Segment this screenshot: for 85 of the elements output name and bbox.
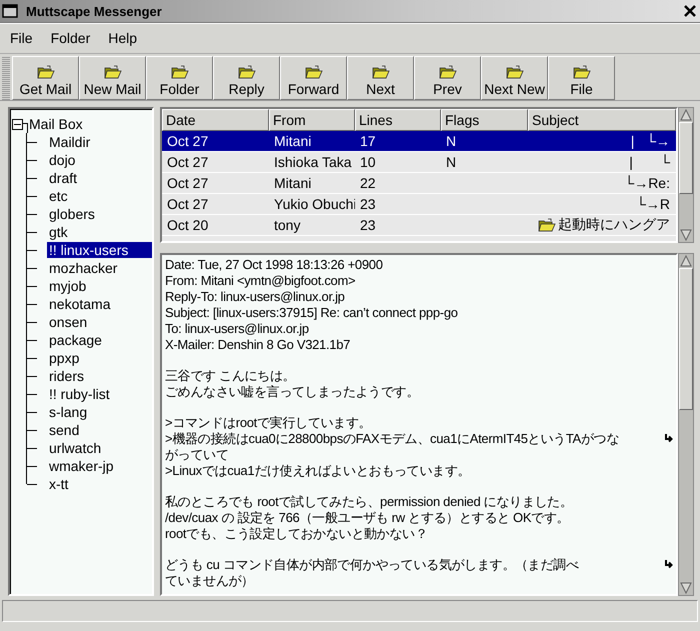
message-line: どうも cu コマンド自体が内部で何かやっている気がします。（まだ調べ xyxy=(165,556,578,572)
toolbar-button[interactable]: File xyxy=(548,56,615,100)
tree-item[interactable]: urlwatch xyxy=(47,440,152,456)
tree-item[interactable]: nekotama xyxy=(47,296,152,312)
message-line: ごめんなさい嘘を言ってしまったようです。 xyxy=(165,384,420,398)
table-cell[interactable]: | └→ xyxy=(528,131,676,152)
table-cell[interactable]: └→R xyxy=(528,194,676,215)
menu-item[interactable]: Folder xyxy=(42,27,98,49)
tree-item[interactable]: package xyxy=(47,332,152,348)
menu-item[interactable]: Help xyxy=(100,27,146,49)
column-header[interactable]: From xyxy=(269,109,355,131)
folder-icon xyxy=(170,65,188,79)
tree-item[interactable]: x-tt xyxy=(47,476,152,492)
tree-item[interactable]: send xyxy=(47,422,152,438)
toolbar-button[interactable]: Get Mail xyxy=(12,56,79,100)
tree-item[interactable]: riders xyxy=(47,368,152,384)
tree-item[interactable]: myjob xyxy=(47,278,152,294)
folder-icon xyxy=(506,65,524,79)
toolbar-button[interactable]: New Mail xyxy=(79,56,146,100)
subject-text: | └ xyxy=(629,154,670,170)
tree-item[interactable]: onsen xyxy=(47,314,152,330)
message-line: >Linuxではcua1だけ使えればよいとおもっています。 xyxy=(165,462,470,478)
scroll-down-icon[interactable] xyxy=(679,581,693,595)
table-cell[interactable]: Mitani xyxy=(269,131,355,152)
folder-icon xyxy=(36,65,54,79)
folder-icon xyxy=(438,65,456,79)
scrollbar[interactable] xyxy=(678,107,694,243)
message-line: Subject: [linux-users:37915] Re: can’t connect ppp-go xyxy=(165,304,458,320)
message-line: To: linux-users@linux.or.jp xyxy=(165,320,309,336)
folder-icon xyxy=(104,65,122,79)
window-title: Muttscape Messenger xyxy=(25,4,163,18)
folder-icon xyxy=(372,65,390,79)
message-line: /dev/cuax の 設定を 766（一般ユーザも rw とする）とすると OKです。 xyxy=(165,510,570,524)
table-cell[interactable]: N xyxy=(441,131,528,152)
message-line: Reply-To: linux-users@linux.or.jp xyxy=(165,288,345,304)
message-line: X-Mailer: Denshin 8 Go V321.1b7 xyxy=(165,336,350,352)
collapse-icon[interactable] xyxy=(12,118,23,130)
tree-item[interactable]: ppxp xyxy=(47,350,152,366)
tree-item[interactable]: gtk xyxy=(47,224,152,240)
folder-icon xyxy=(304,65,322,79)
tree-item[interactable]: Mail Box xyxy=(29,116,83,132)
message-line: From: Mitani <ymtn@bigfoot.com> xyxy=(165,272,356,288)
message-line: 三谷です こんにちは。 xyxy=(165,368,296,382)
message-line: ていませんが） xyxy=(165,572,254,588)
tree-item[interactable]: !! linux-users xyxy=(47,242,152,258)
message-line: 私のところでも rootで試してみたら、permission denied になりました。 xyxy=(165,494,573,508)
table-cell[interactable]: 起動時にハングア xyxy=(528,215,676,236)
message-line: >コマンドはrootで実行しています。 xyxy=(165,414,372,430)
table-cell[interactable]: └→Re: xyxy=(528,173,676,194)
column-header[interactable]: Flags xyxy=(441,109,528,131)
tree-item[interactable]: dojo xyxy=(47,152,152,168)
tree-item[interactable]: Maildir xyxy=(47,134,152,150)
toolbar-button[interactable]: Prev xyxy=(414,56,481,100)
table-cell[interactable]: Oct 27 xyxy=(162,131,269,152)
folder-icon xyxy=(238,65,256,79)
table-cell[interactable]: 17 xyxy=(355,131,441,152)
tree-item[interactable]: !! ruby-list xyxy=(47,386,152,402)
scrollbar[interactable] xyxy=(678,253,694,596)
message-line: がっていて xyxy=(165,446,229,462)
message-line: rootでも、こう設定しておかないと動かない？ xyxy=(165,526,428,540)
message-line: Date: Tue, 27 Oct 1998 18:13:26 +0900 xyxy=(165,256,383,272)
toolbar-button[interactable]: Next New xyxy=(481,56,548,100)
tree-item[interactable]: globers xyxy=(47,206,152,222)
subject-text: | └→ xyxy=(630,133,670,149)
tree-item[interactable]: mozhacker xyxy=(47,260,152,276)
tree-item[interactable]: etc xyxy=(47,188,152,204)
folder-icon xyxy=(572,65,590,79)
toolbar-button[interactable]: Next xyxy=(347,56,414,100)
subject-text: └→R xyxy=(636,196,670,212)
menu-item[interactable]: File xyxy=(2,27,41,49)
message-line: >機器の接続はcua0に28800bpsのFAXモデム、cua1にAtermIT45というTAがつな xyxy=(165,430,619,446)
column-header[interactable]: Lines xyxy=(355,109,441,131)
column-header[interactable]: Date xyxy=(162,109,269,131)
toolbar-button[interactable]: Forward xyxy=(280,56,347,100)
toolbar-button[interactable]: Folder xyxy=(146,56,213,100)
column-header[interactable]: Subject xyxy=(528,109,676,131)
subject-text: └→Re: xyxy=(624,175,670,191)
tree-item[interactable]: s-lang xyxy=(47,404,152,420)
table-cell[interactable]: | └ xyxy=(528,152,676,173)
toolbar-button[interactable]: Reply xyxy=(213,56,280,100)
toolbar-handle[interactable] xyxy=(2,56,10,100)
tree-item[interactable]: wmaker-jp xyxy=(47,458,152,474)
scroll-down-icon[interactable] xyxy=(679,228,693,242)
subject-text: 起動時にハングア xyxy=(558,216,670,234)
tree-item[interactable]: draft xyxy=(47,170,152,186)
